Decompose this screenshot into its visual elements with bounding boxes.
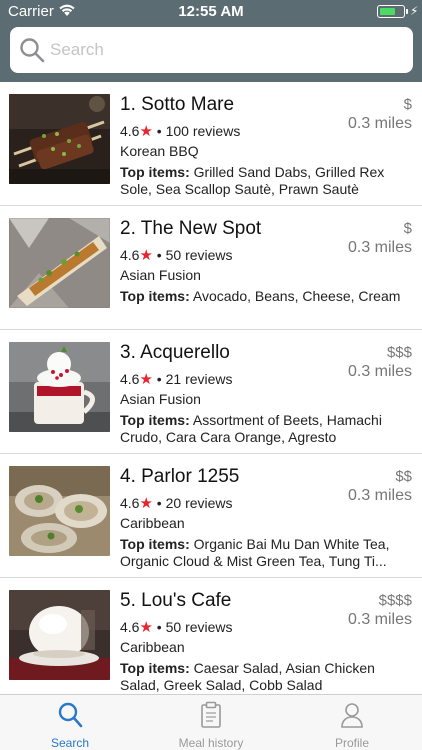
rating-line: 4.6★ • 100 reviews — [120, 123, 241, 140]
battery-level — [379, 7, 395, 15]
rating-value: 4.6 — [120, 123, 140, 139]
distance: 0.3 miles — [347, 115, 412, 132]
distance: 0.3 miles — [347, 611, 412, 628]
ice-cream-photo — [9, 590, 110, 680]
tab-bar: Search Meal history Profile — [0, 694, 422, 750]
top-items: Top items: Organic Bai Mu Dan White Tea,… — [120, 536, 412, 570]
distance: 0.3 miles — [347, 239, 412, 256]
rating-line: 4.6★ • 50 reviews — [120, 247, 233, 264]
price-level: $$ — [395, 468, 412, 485]
bone-marrow-photo — [9, 218, 110, 308]
tab-meal-history[interactable]: Meal history — [141, 695, 281, 750]
dessert-cup-photo — [9, 342, 110, 432]
cuisine-label: Caribbean — [120, 515, 185, 531]
rating-value: 4.6 — [120, 495, 140, 511]
search-input[interactable] — [48, 27, 403, 73]
charging-icon: ⚡ — [410, 4, 419, 18]
oysters-photo — [9, 466, 110, 556]
top-items: Top items: Assortment of Beets, Hamachi … — [120, 412, 412, 446]
cuisine-label: Asian Fusion — [120, 267, 201, 283]
rating-value: 4.6 — [120, 247, 140, 263]
search-icon — [18, 36, 46, 64]
restaurant-name: 2. The New Spot — [120, 218, 262, 239]
review-count: 20 reviews — [165, 495, 233, 511]
review-count: 21 reviews — [165, 371, 233, 387]
grilled-skewers-photo — [9, 94, 110, 184]
clipboard-icon — [198, 701, 224, 729]
cuisine-label: Caribbean — [120, 639, 185, 655]
rating-line: 4.6★ • 21 reviews — [120, 371, 233, 388]
battery-tip — [406, 9, 408, 14]
status-bar: Carrier 12:55 AM ⚡ — [0, 0, 422, 24]
distance: 0.3 miles — [347, 487, 412, 504]
tab-search[interactable]: Search — [0, 695, 140, 750]
price-level: $ — [403, 220, 412, 237]
rating-line: 4.6★ • 20 reviews — [120, 495, 233, 512]
battery-icon — [377, 5, 405, 18]
status-time: 12:55 AM — [178, 3, 244, 20]
person-icon — [339, 701, 365, 729]
top-items-label: Top items: — [120, 660, 190, 676]
star-icon: ★ — [139, 123, 153, 140]
price-level: $$$$ — [378, 592, 412, 609]
rating-line: 4.6★ • 50 reviews — [120, 619, 233, 636]
restaurant-name: 5. Lou's Cafe — [120, 590, 232, 611]
top-items-text: Avocado, Beans, Cheese, Cream — [192, 288, 401, 304]
restaurant-name: 1. Sotto Mare — [120, 94, 235, 115]
distance: 0.3 miles — [347, 363, 412, 380]
price-level: $$$ — [386, 344, 412, 361]
star-icon: ★ — [139, 247, 153, 264]
restaurant-row[interactable]: 3. Acquerello 4.6★ • 21 reviews Asian Fu… — [0, 330, 422, 454]
top-items-label: Top items: — [120, 536, 190, 552]
restaurant-name: 4. Parlor 1255 — [120, 466, 240, 487]
tab-label: Profile — [334, 736, 369, 750]
tab-label: Search — [50, 736, 90, 750]
restaurant-list: 1. Sotto Mare 4.6★ • 100 reviews Korean … — [0, 82, 422, 694]
rating-value: 4.6 — [120, 371, 140, 387]
restaurant-row[interactable]: 4. Parlor 1255 4.6★ • 20 reviews Caribbe… — [0, 454, 422, 578]
tab-label: Meal history — [178, 736, 244, 750]
top-items: Top items: Caesar Salad, Asian Chicken S… — [120, 660, 412, 694]
rating-value: 4.6 — [120, 619, 140, 635]
star-icon: ★ — [139, 619, 153, 636]
top-items-label: Top items: — [120, 288, 190, 304]
top-items-label: Top items: — [120, 412, 190, 428]
review-count: 100 reviews — [165, 123, 241, 139]
header: Carrier 12:55 AM ⚡ — [0, 0, 422, 82]
search-bar[interactable] — [10, 27, 413, 73]
cuisine-label: Korean BBQ — [120, 143, 199, 159]
tab-profile[interactable]: Profile — [282, 695, 422, 750]
restaurant-row[interactable]: 2. The New Spot 4.6★ • 50 reviews Asian … — [0, 206, 422, 330]
cuisine-label: Asian Fusion — [120, 391, 201, 407]
top-items: Top items: Avocado, Beans, Cheese, Cream — [120, 288, 412, 305]
review-count: 50 reviews — [165, 247, 233, 263]
restaurant-name: 3. Acquerello — [120, 342, 230, 363]
restaurant-row[interactable]: 5. Lou's Cafe 4.6★ • 50 reviews Caribbea… — [0, 578, 422, 694]
price-level: $ — [403, 96, 412, 113]
restaurant-row[interactable]: 1. Sotto Mare 4.6★ • 100 reviews Korean … — [0, 82, 422, 206]
star-icon: ★ — [139, 495, 153, 512]
review-count: 50 reviews — [165, 619, 233, 635]
top-items-label: Top items: — [120, 164, 190, 180]
search-icon — [57, 701, 83, 729]
star-icon: ★ — [139, 371, 153, 388]
top-items: Top items: Grilled Sand Dabs, Grilled Re… — [120, 164, 412, 198]
